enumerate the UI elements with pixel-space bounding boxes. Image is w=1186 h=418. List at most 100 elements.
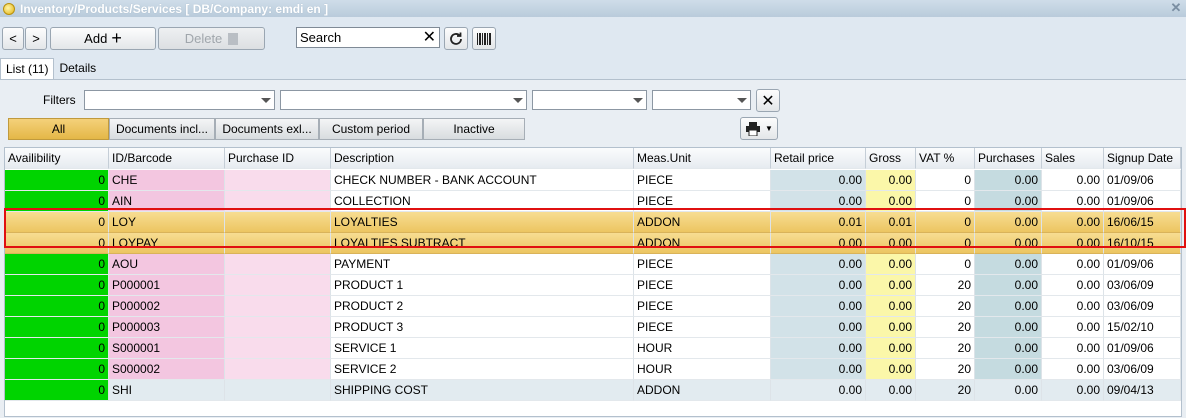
cell-gross: 0.00	[866, 296, 916, 317]
vat-header[interactable]: VAT %	[916, 148, 975, 169]
cell-description: PAYMENT	[331, 254, 634, 275]
cell-retail: 0.00	[771, 296, 866, 317]
cell-purchases: 0.00	[975, 338, 1042, 359]
filter-custom-period[interactable]: Custom period	[319, 118, 423, 140]
tab-details[interactable]: Details	[54, 58, 101, 80]
cell-unit: PIECE	[634, 170, 771, 191]
cell-purchase-id	[225, 359, 331, 380]
filter-inactive[interactable]: Inactive	[423, 118, 525, 140]
purchases-header[interactable]: Purchases	[975, 148, 1042, 169]
cell-gross: 0.00	[866, 191, 916, 212]
cell-description: PRODUCT 3	[331, 317, 634, 338]
title-bar: Inventory/Products/Services [ DB/Company…	[0, 0, 1186, 17]
print-button[interactable]: ▼	[740, 117, 778, 140]
cell-availability: 0	[5, 233, 109, 254]
cell-availability: 0	[5, 212, 109, 233]
close-icon: ✕	[761, 92, 775, 110]
filter-combo-4[interactable]	[652, 90, 751, 110]
cell-gross: 0.00	[866, 275, 916, 296]
plus-icon: +	[111, 28, 122, 48]
cell-purchase-id	[225, 275, 331, 296]
table-row[interactable]: 0 P000002 PRODUCT 2 PIECE 0.00 0.00 20 0.00 0.00…	[5, 296, 1181, 317]
cell-date: 16/10/15	[1104, 233, 1181, 254]
forward-button[interactable]: >	[25, 27, 47, 50]
table-row[interactable]: 0 S000002 SERVICE 2 HOUR 0.00 0.00 20 0.00 0.00 0…	[5, 359, 1181, 380]
cell-purchase-id	[225, 380, 331, 401]
tab-list[interactable]: List (11)	[0, 58, 55, 80]
cell-retail: 0.00	[771, 380, 866, 401]
cell-retail: 0.00	[771, 254, 866, 275]
meas-unit-header[interactable]: Meas.Unit	[634, 148, 771, 169]
close-window-icon[interactable]: ✕	[1169, 1, 1183, 15]
barcode-button[interactable]	[472, 27, 496, 50]
cell-date: 01/09/06	[1104, 170, 1181, 191]
cell-purchase-id	[225, 254, 331, 275]
table-row[interactable]: 0 P000001 PRODUCT 1 PIECE 0.00 0.00 20 0.00 0.00…	[5, 275, 1181, 296]
sales-header[interactable]: Sales	[1042, 148, 1104, 169]
cell-date: 01/09/06	[1104, 338, 1181, 359]
table-row[interactable]: 0 AIN COLLECTION PIECE 0.00 0.00 0 0.00 0.00 01/0…	[5, 191, 1181, 212]
caret-down-icon[interactable]: ▼	[765, 124, 773, 133]
cell-unit: ADDON	[634, 233, 771, 254]
cell-id: P000002	[109, 296, 225, 317]
printer-icon	[746, 121, 761, 136]
filter-combo-1[interactable]	[84, 90, 275, 110]
table-row[interactable]: 0 AOU PAYMENT PIECE 0.00 0.00 0 0.00 0.00 01/09/0…	[5, 254, 1181, 275]
cell-vat: 20	[916, 380, 975, 401]
cell-availability: 0	[5, 338, 109, 359]
table-row[interactable]: 0 LOYPAY LOYALTIES SUBTRACT ADDON 0.00 0.00 0 0…	[5, 233, 1181, 254]
gross-header[interactable]: Gross	[866, 148, 916, 169]
table-row[interactable]: 0 CHE CHECK NUMBER - BANK ACCOUNT PIECE 0.00…	[5, 170, 1181, 191]
trash-icon	[228, 32, 239, 45]
table-row[interactable]: 0 LOY LOYALTIES ADDON 0.01 0.01 0 0.00 0.00 16/06…	[5, 212, 1181, 233]
cell-id: S000002	[109, 359, 225, 380]
filter-combo-2[interactable]	[280, 90, 527, 110]
cell-date: 16/06/15	[1104, 212, 1181, 233]
back-button[interactable]: <	[2, 27, 24, 50]
cell-unit: PIECE	[634, 317, 771, 338]
purchase-id-header[interactable]: Purchase ID	[225, 148, 331, 169]
cell-vat: 20	[916, 275, 975, 296]
cell-availability: 0	[5, 170, 109, 191]
refresh-button[interactable]	[444, 27, 468, 50]
cell-purchase-id	[225, 170, 331, 191]
clear-search-icon[interactable]: ✕	[423, 29, 436, 46]
cell-sales: 0.00	[1042, 170, 1104, 191]
chevron-right-icon: >	[32, 31, 40, 46]
cell-sales: 0.00	[1042, 254, 1104, 275]
cell-vat: 0	[916, 233, 975, 254]
clear-filters-button[interactable]: ✕	[756, 89, 780, 112]
cell-sales: 0.00	[1042, 296, 1104, 317]
cell-availability: 0	[5, 296, 109, 317]
add-button[interactable]: Add +	[50, 27, 156, 50]
table-row[interactable]: 0 P000003 PRODUCT 3 PIECE 0.00 0.00 20 0.00 0.00…	[5, 317, 1181, 338]
cell-purchase-id	[225, 296, 331, 317]
cell-id: P000001	[109, 275, 225, 296]
cell-date: 15/02/10	[1104, 317, 1181, 338]
description-header[interactable]: Description	[331, 148, 634, 169]
cell-retail: 0.00	[771, 275, 866, 296]
filter-documents-incl[interactable]: Documents incl...	[109, 118, 215, 140]
retail-price-header[interactable]: Retail price	[771, 148, 866, 169]
cell-gross: 0.00	[866, 338, 916, 359]
cell-description: SERVICE 2	[331, 359, 634, 380]
filter-documents-exl[interactable]: Documents exl...	[215, 118, 319, 140]
cell-description: CHECK NUMBER - BANK ACCOUNT	[331, 170, 634, 191]
cell-gross: 0.00	[866, 317, 916, 338]
filter-combo-3[interactable]	[532, 90, 647, 110]
signup-date-header[interactable]: Signup Date	[1104, 148, 1181, 169]
list-panel: Filters ✕ All Documents incl... Document…	[0, 79, 1186, 418]
cell-availability: 0	[5, 380, 109, 401]
id-barcode-header[interactable]: ID/Barcode	[109, 148, 225, 169]
table-row[interactable]: 0 S000001 SERVICE 1 HOUR 0.00 0.00 20 0.00 0.00 0…	[5, 338, 1181, 359]
availability-header[interactable]: Availibility	[5, 148, 109, 169]
table-row[interactable]: 0 SHI SHIPPING COST ADDON 0.00 0.00 20 0.00 0.00…	[5, 380, 1181, 401]
cell-availability: 0	[5, 317, 109, 338]
cell-purchases: 0.00	[975, 191, 1042, 212]
cell-purchases: 0.00	[975, 380, 1042, 401]
filter-all[interactable]: All	[8, 118, 109, 140]
cell-vat: 0	[916, 191, 975, 212]
cell-availability: 0	[5, 191, 109, 212]
search-input[interactable]: Search ✕	[296, 27, 440, 48]
delete-button[interactable]: Delete	[158, 27, 265, 50]
